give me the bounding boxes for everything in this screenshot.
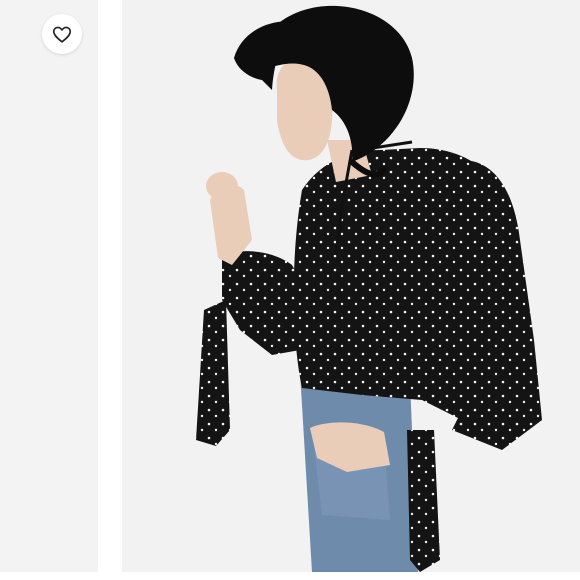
gallery-gutter: [98, 0, 122, 580]
product-image[interactable]: [122, 0, 580, 572]
gallery-thumbnail-strip: [0, 0, 98, 572]
product-photo: [122, 0, 580, 572]
favorite-button[interactable]: [42, 14, 82, 54]
heart-icon: [52, 26, 72, 43]
